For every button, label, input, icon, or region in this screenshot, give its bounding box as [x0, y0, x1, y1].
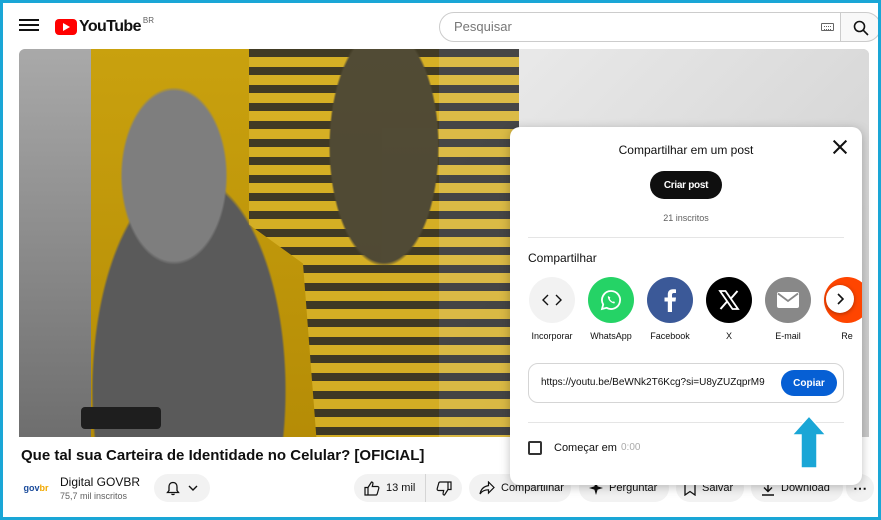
- youtube-play-icon: [55, 19, 77, 35]
- x-icon: [706, 277, 752, 323]
- like-dislike-group: 13 mil: [354, 474, 462, 502]
- chevron-down-icon: [188, 485, 198, 491]
- email-icon: [765, 277, 811, 323]
- share-arrow-icon: [479, 481, 495, 495]
- share-target-label: Facebook: [650, 331, 690, 341]
- share-target-label: WhatsApp: [590, 331, 632, 341]
- share-link-box: https://youtu.be/BeWNk2T6Kcg?si=U8yZUZqp…: [528, 363, 844, 403]
- share-heading: Compartilhar: [528, 251, 597, 265]
- channel-avatar[interactable]: gov br: [21, 476, 51, 500]
- copy-link-button[interactable]: Copiar: [781, 370, 837, 396]
- share-target-email[interactable]: E-mail: [758, 277, 818, 341]
- subscriber-count: 21 inscritos: [663, 213, 709, 223]
- next-share-targets-button[interactable]: [826, 285, 854, 313]
- embed-icon: [529, 277, 575, 323]
- share-target-label: X: [725, 331, 732, 341]
- youtube-logo[interactable]: YouTube BR: [55, 16, 154, 38]
- post-heading: Compartilhar em um post: [618, 143, 754, 157]
- logo-text: YouTube: [79, 18, 141, 35]
- whatsapp-icon: [588, 277, 634, 323]
- like-count: 13 mil: [386, 482, 416, 494]
- chevron-right-icon: [837, 293, 844, 305]
- share-target-label: Incorporar: [531, 331, 573, 341]
- video-title: Que tal sua Carteira de Identidade no Ce…: [21, 447, 425, 464]
- dislike-button[interactable]: [426, 474, 462, 502]
- thumbs-up-icon: [364, 480, 380, 496]
- like-button[interactable]: 13 mil: [354, 474, 426, 502]
- search-icon: [853, 20, 869, 36]
- start-at-label: Começar em: [554, 442, 617, 454]
- search-input[interactable]: [454, 19, 804, 34]
- channel-subscribers: 75,7 mil inscritos: [60, 491, 128, 501]
- channel-logo-text: gov: [23, 483, 40, 493]
- channel-name[interactable]: Digital GOVBR: [60, 475, 140, 489]
- share-target-label: Re: [841, 331, 853, 341]
- start-at-checkbox[interactable]: [528, 441, 542, 455]
- facebook-icon: [647, 277, 693, 323]
- share-target-whatsapp[interactable]: WhatsApp: [581, 277, 641, 341]
- annotation-arrow-up-icon: [791, 415, 827, 469]
- start-at-time[interactable]: 0:00: [621, 442, 640, 453]
- share-target-embed[interactable]: Incorporar: [522, 277, 582, 341]
- divider: [528, 237, 844, 238]
- create-post-button[interactable]: Criar post: [650, 171, 722, 199]
- share-link-url[interactable]: https://youtu.be/BeWNk2T6Kcg?si=U8yZUZqp…: [541, 377, 777, 388]
- channel-logo-text: br: [39, 483, 49, 493]
- share-target-label: E-mail: [775, 331, 801, 341]
- screenshot-frame: YouTube BR Que tal sua Carteira de Ident…: [0, 0, 881, 520]
- share-target-facebook[interactable]: Facebook: [640, 277, 700, 341]
- logo-region: BR: [142, 15, 154, 25]
- thumbs-down-icon: [436, 480, 452, 496]
- search-button[interactable]: [841, 12, 878, 42]
- notification-bell-button[interactable]: [154, 474, 210, 502]
- top-bar: YouTube BR: [3, 3, 878, 49]
- hamburger-menu-icon[interactable]: [19, 16, 39, 36]
- keyboard-icon[interactable]: [821, 23, 834, 31]
- video-frame-phone: [81, 407, 161, 429]
- bell-icon: [166, 481, 180, 495]
- search-box: [439, 12, 841, 42]
- share-target-x[interactable]: X: [699, 277, 759, 341]
